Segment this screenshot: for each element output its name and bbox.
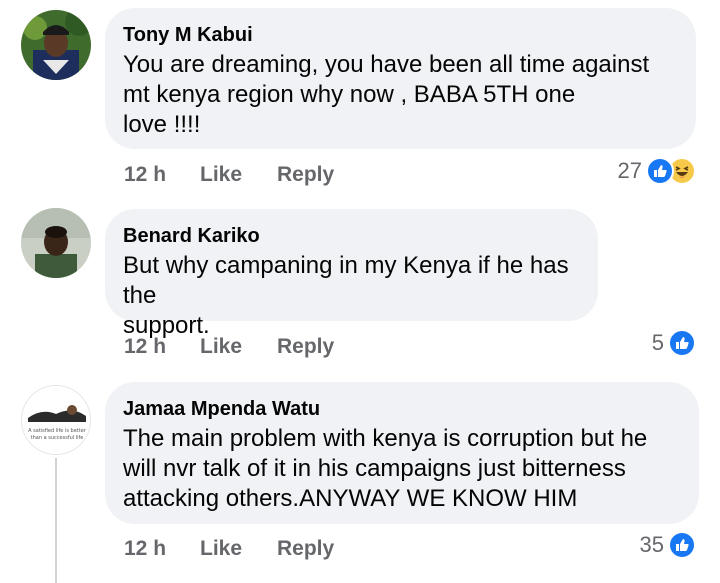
avatar[interactable] <box>21 208 91 278</box>
like-button[interactable]: Like <box>200 163 277 187</box>
comment-text: The main problem with kenya is corruptio… <box>123 424 681 514</box>
comment-author[interactable]: Benard Kariko <box>123 223 580 249</box>
like-icon <box>668 531 696 559</box>
reaction-count: 35 <box>639 532 664 557</box>
comment-text: You are dreaming, you have been all time… <box>123 50 678 140</box>
reply-button[interactable]: Reply <box>277 163 334 187</box>
comment-line: mt kenya region why now , BABA 5TH one <box>123 81 576 108</box>
reply-thread-line <box>55 458 57 583</box>
reply-button[interactable]: Reply <box>277 537 334 561</box>
comment-timestamp[interactable]: 12 h <box>124 537 200 561</box>
like-button[interactable]: Like <box>200 537 277 561</box>
reaction-summary[interactable]: 5 <box>652 329 696 357</box>
comment-bubble: Benard Kariko But why campaning in my Ke… <box>105 209 598 339</box>
comment-timestamp[interactable]: 12 h <box>124 335 200 359</box>
reaction-count: 27 <box>617 158 642 183</box>
comment-line: The main problem with kenya is corruptio… <box>123 425 648 452</box>
avatar-caption-line: A satisfied life is better <box>28 428 87 434</box>
like-icon <box>646 157 674 185</box>
comment-line: love !!!! <box>123 111 201 138</box>
comment-actions: 12 h Like Reply <box>124 163 334 187</box>
comment-line: will nvr talk of it in his campaigns jus… <box>123 455 626 482</box>
comment-bubble: Tony M Kabui You are dreaming, you have … <box>105 8 696 149</box>
comment-author[interactable]: Tony M Kabui <box>123 22 678 48</box>
comment-author[interactable]: Jamaa Mpenda Watu <box>123 396 681 422</box>
reaction-summary[interactable]: 27 <box>618 157 696 185</box>
comment-actions: 12 h Like Reply <box>124 537 334 561</box>
comment-line: attacking others.ANYWAY WE KNOW HIM <box>123 485 578 512</box>
reaction-count: 5 <box>651 330 664 355</box>
comment-actions: 12 h Like Reply <box>124 335 334 359</box>
avatar[interactable]: A satisfied life is better than a succes… <box>21 385 91 455</box>
avatar-caption-line: than a successful life <box>31 435 84 441</box>
avatar[interactable] <box>21 10 91 80</box>
like-icon <box>668 329 696 357</box>
reply-button[interactable]: Reply <box>277 335 334 359</box>
like-button[interactable]: Like <box>200 335 277 359</box>
comment-line: You are dreaming, you have been all time… <box>123 51 650 78</box>
reaction-summary[interactable]: 35 <box>640 531 696 559</box>
comment-bubble: Jamaa Mpenda Watu The main problem with … <box>105 382 699 524</box>
comment-timestamp[interactable]: 12 h <box>124 163 200 187</box>
comment-text: But why campaning in my Kenya if he has … <box>123 251 580 341</box>
comment-line: But why campaning in my Kenya if he has … <box>123 252 569 309</box>
